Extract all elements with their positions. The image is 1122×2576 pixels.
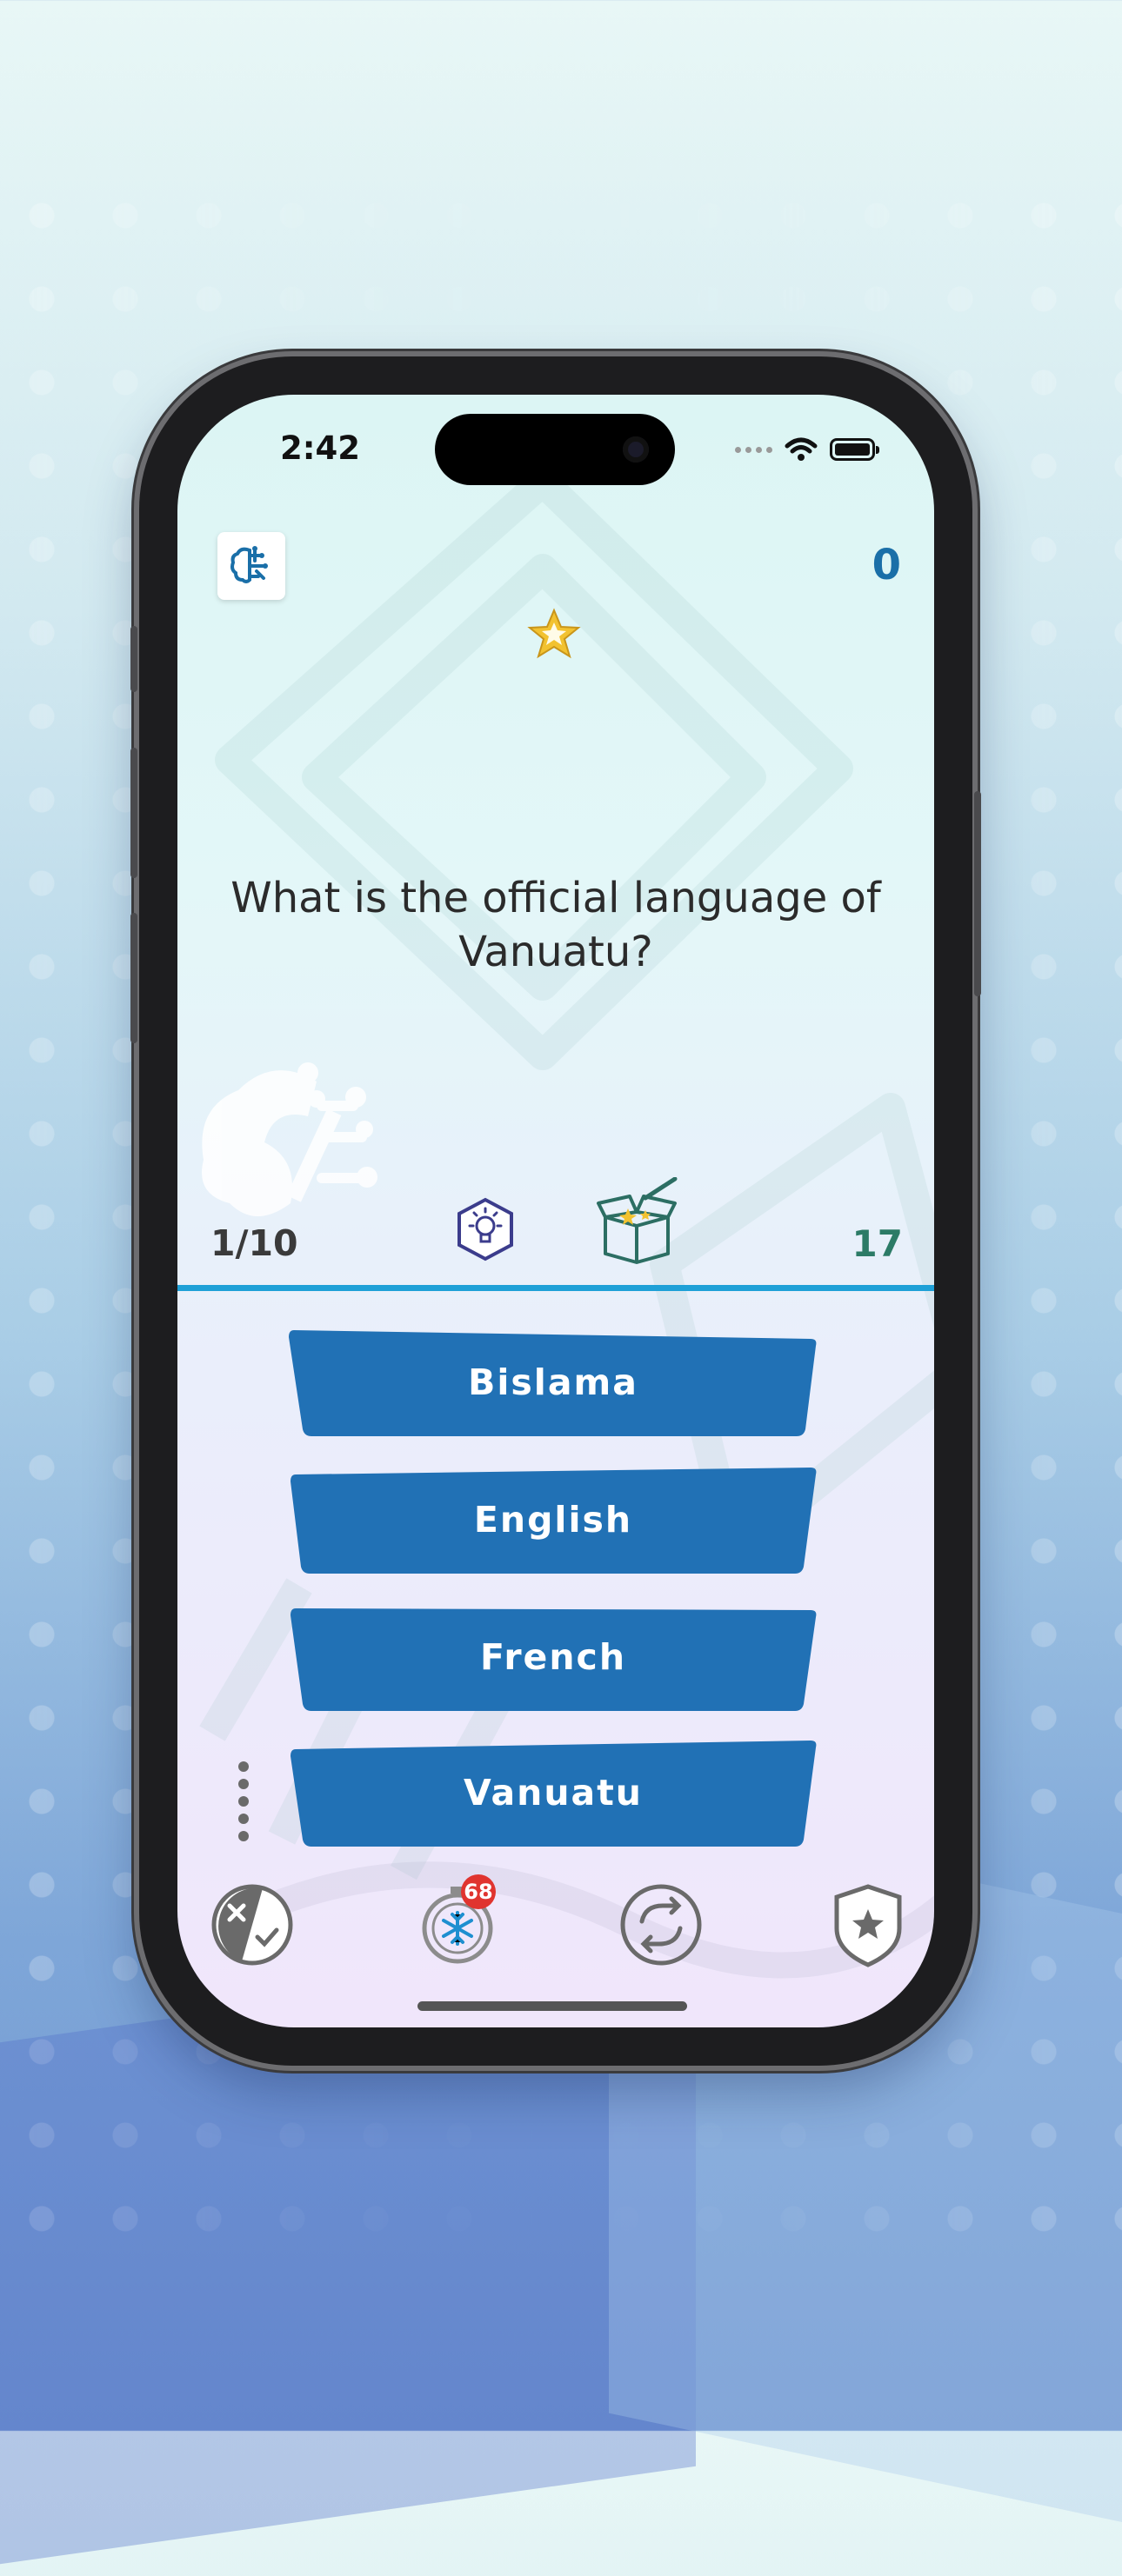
timer-counter: 17: [852, 1222, 903, 1265]
volume-up-button: [130, 748, 137, 878]
timer-divider: [177, 1285, 934, 1291]
camera-icon: [623, 436, 649, 463]
menu-button[interactable]: [217, 532, 285, 600]
dynamic-island: [435, 414, 675, 485]
shield-star-icon: [834, 1884, 902, 1967]
app-screen: 2:42 0 What is the official language of …: [177, 395, 934, 2027]
freeze-timer-button[interactable]: 68: [417, 1874, 504, 1968]
star-icon: [527, 608, 581, 659]
lightbulb-hexagon-icon[interactable]: [454, 1196, 517, 1262]
freeze-count-badge: 68: [461, 1874, 496, 1909]
more-options-icon[interactable]: [238, 1761, 249, 1841]
fifty-fifty-button[interactable]: [209, 1881, 296, 1968]
power-button: [974, 791, 981, 996]
answer-button-1[interactable]: Bislama: [289, 1327, 818, 1438]
answer-label: Vanuatu: [464, 1772, 643, 1814]
score-counter: 0: [872, 541, 901, 589]
home-indicator[interactable]: [417, 2001, 687, 2011]
answer-button-4[interactable]: Vanuatu: [289, 1737, 818, 1848]
battery-icon: [830, 438, 879, 461]
volume-down-button: [130, 913, 137, 1043]
signal-icon: [735, 446, 772, 453]
fifty-fifty-icon: [211, 1884, 293, 1966]
brain-icon: [230, 546, 268, 583]
answer-label: Bislama: [468, 1361, 638, 1403]
status-icons: [735, 436, 879, 463]
answer-button-2[interactable]: English: [289, 1464, 818, 1575]
question-progress: 1/10: [210, 1222, 298, 1264]
answer-label: French: [479, 1636, 627, 1678]
wifi-icon: [785, 437, 818, 461]
phone-frame: 2:42 0 What is the official language of …: [130, 356, 981, 2066]
shield-button[interactable]: [825, 1881, 912, 1968]
question-text: What is the official language of Vanuatu…: [230, 874, 881, 976]
answer-button-3[interactable]: French: [289, 1601, 818, 1713]
status-time: 2:42: [280, 429, 361, 467]
magic-box-icon[interactable]: [595, 1177, 678, 1264]
swap-question-icon: [620, 1884, 702, 1966]
mute-switch: [130, 626, 137, 692]
answer-label: English: [473, 1499, 633, 1541]
swap-question-button[interactable]: [618, 1881, 705, 1968]
